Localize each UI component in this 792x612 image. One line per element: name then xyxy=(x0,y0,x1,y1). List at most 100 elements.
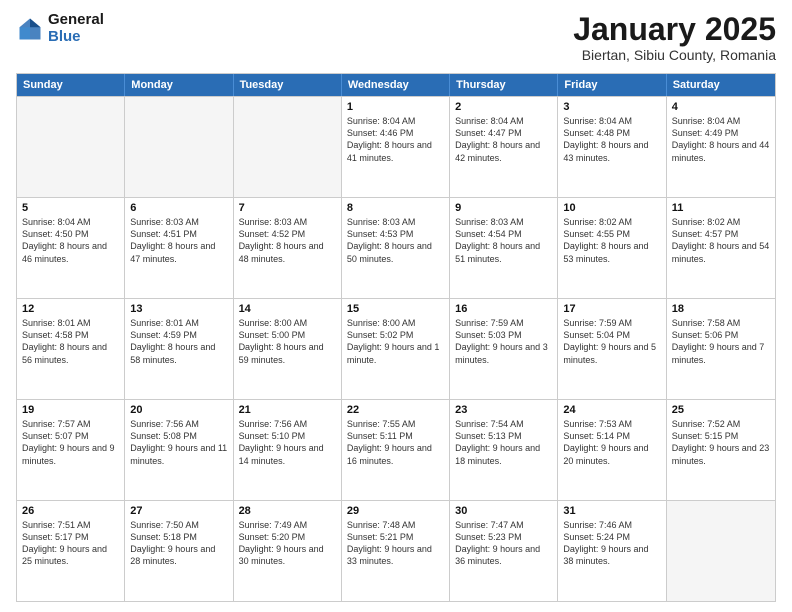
calendar-cell-6: 6 Sunrise: 8:03 AM Sunset: 4:51 PM Daylig… xyxy=(125,198,233,298)
cell-info: Sunrise: 7:54 AM Sunset: 5:13 PM Dayligh… xyxy=(455,418,552,467)
weekday-header-saturday: Saturday xyxy=(667,74,775,96)
cell-info: Sunrise: 7:50 AM Sunset: 5:18 PM Dayligh… xyxy=(130,519,227,568)
day-number: 16 xyxy=(455,303,552,315)
calendar-cell-5: 5Sunrise: 8:04 AM Sunset: 4:50 PM Daylig… xyxy=(17,198,125,298)
calendar-cell-7: 7 Sunrise: 8:03 AM Sunset: 4:52 PM Daylig… xyxy=(234,198,342,298)
day-number: 18 xyxy=(672,303,770,315)
logo-text: General Blue xyxy=(48,12,104,45)
day-number: 26 xyxy=(22,505,119,517)
calendar-row-3: 19Sunrise: 7:57 AM Sunset: 5:07 PM Dayli… xyxy=(17,399,775,500)
day-number: 7 xyxy=(239,202,336,214)
cell-info: Sunrise: 7:59 AM Sunset: 5:04 PM Dayligh… xyxy=(563,317,660,366)
day-number: 31 xyxy=(563,505,660,517)
day-number: 23 xyxy=(455,404,552,416)
cell-info: Sunrise: 8:00 AM Sunset: 5:00 PM Dayligh… xyxy=(239,317,336,366)
day-number: 24 xyxy=(563,404,660,416)
day-number: 8 xyxy=(347,202,444,214)
logo-blue-text: Blue xyxy=(48,29,104,46)
day-number: 29 xyxy=(347,505,444,517)
cell-info: Sunrise: 7:53 AM Sunset: 5:14 PM Dayligh… xyxy=(563,418,660,467)
calendar-cell-empty-4-6 xyxy=(667,501,775,601)
cell-info: Sunrise: 8:02 AM Sunset: 4:57 PM Dayligh… xyxy=(672,216,770,265)
cell-info: Sunrise: 8:04 AM Sunset: 4:46 PM Dayligh… xyxy=(347,115,444,164)
calendar-cell-21: 21Sunrise: 7:56 AM Sunset: 5:10 PM Dayli… xyxy=(234,400,342,500)
calendar-cell-empty-0-2 xyxy=(234,97,342,197)
calendar-cell-24: 24 Sunrise: 7:53 AM Sunset: 5:14 PM Dayli… xyxy=(558,400,666,500)
day-number: 13 xyxy=(130,303,227,315)
calendar-cell-12: 12 Sunrise: 8:01 AM Sunset: 4:58 PM Dayli… xyxy=(17,299,125,399)
cell-info: Sunrise: 7:57 AM Sunset: 5:07 PM Dayligh… xyxy=(22,418,119,467)
calendar-cell-empty-0-0 xyxy=(17,97,125,197)
day-number: 6 xyxy=(130,202,227,214)
cell-info: Sunrise: 7:49 AM Sunset: 5:20 PM Dayligh… xyxy=(239,519,336,568)
calendar-cell-20: 20 Sunrise: 7:56 AM Sunset: 5:08 PM Dayli… xyxy=(125,400,233,500)
cell-info: Sunrise: 8:01 AM Sunset: 4:58 PM Dayligh… xyxy=(22,317,119,366)
calendar-cell-2: 2 Sunrise: 8:04 AM Sunset: 4:47 PM Daylig… xyxy=(450,97,558,197)
weekday-header-thursday: Thursday xyxy=(450,74,558,96)
calendar-cell-14: 14Sunrise: 8:00 AM Sunset: 5:00 PM Dayli… xyxy=(234,299,342,399)
calendar-cell-25: 25Sunrise: 7:52 AM Sunset: 5:15 PM Dayli… xyxy=(667,400,775,500)
calendar-cell-13: 13 Sunrise: 8:01 AM Sunset: 4:59 PM Dayli… xyxy=(125,299,233,399)
cell-info: Sunrise: 8:02 AM Sunset: 4:55 PM Dayligh… xyxy=(563,216,660,265)
day-number: 30 xyxy=(455,505,552,517)
calendar-cell-29: 29Sunrise: 7:48 AM Sunset: 5:21 PM Dayli… xyxy=(342,501,450,601)
cell-info: Sunrise: 7:52 AM Sunset: 5:15 PM Dayligh… xyxy=(672,418,770,467)
cell-info: Sunrise: 7:56 AM Sunset: 5:10 PM Dayligh… xyxy=(239,418,336,467)
calendar-row-0: 1 Sunrise: 8:04 AM Sunset: 4:46 PM Daylig… xyxy=(17,96,775,197)
calendar-cell-10: 10 Sunrise: 8:02 AM Sunset: 4:55 PM Dayli… xyxy=(558,198,666,298)
calendar-cell-15: 15 Sunrise: 8:00 AM Sunset: 5:02 PM Dayli… xyxy=(342,299,450,399)
calendar-cell-16: 16 Sunrise: 7:59 AM Sunset: 5:03 PM Dayli… xyxy=(450,299,558,399)
day-number: 5 xyxy=(22,202,119,214)
day-number: 20 xyxy=(130,404,227,416)
day-number: 10 xyxy=(563,202,660,214)
day-number: 22 xyxy=(347,404,444,416)
calendar-cell-8: 8 Sunrise: 8:03 AM Sunset: 4:53 PM Daylig… xyxy=(342,198,450,298)
day-number: 27 xyxy=(130,505,227,517)
cell-info: Sunrise: 8:03 AM Sunset: 4:52 PM Dayligh… xyxy=(239,216,336,265)
calendar-row-1: 5Sunrise: 8:04 AM Sunset: 4:50 PM Daylig… xyxy=(17,197,775,298)
cell-info: Sunrise: 8:04 AM Sunset: 4:48 PM Dayligh… xyxy=(563,115,660,164)
weekday-header-monday: Monday xyxy=(125,74,233,96)
logo-icon xyxy=(16,15,44,43)
day-number: 11 xyxy=(672,202,770,214)
cell-info: Sunrise: 8:04 AM Sunset: 4:49 PM Dayligh… xyxy=(672,115,770,164)
calendar-cell-18: 18 Sunrise: 7:58 AM Sunset: 5:06 PM Dayli… xyxy=(667,299,775,399)
calendar-cell-9: 9 Sunrise: 8:03 AM Sunset: 4:54 PM Daylig… xyxy=(450,198,558,298)
calendar-header: SundayMondayTuesdayWednesdayThursdayFrid… xyxy=(17,74,775,96)
cell-info: Sunrise: 8:00 AM Sunset: 5:02 PM Dayligh… xyxy=(347,317,444,366)
day-number: 9 xyxy=(455,202,552,214)
cell-info: Sunrise: 7:56 AM Sunset: 5:08 PM Dayligh… xyxy=(130,418,227,467)
calendar-cell-27: 27 Sunrise: 7:50 AM Sunset: 5:18 PM Dayli… xyxy=(125,501,233,601)
day-number: 1 xyxy=(347,101,444,113)
calendar-cell-26: 26Sunrise: 7:51 AM Sunset: 5:17 PM Dayli… xyxy=(17,501,125,601)
calendar-cell-23: 23 Sunrise: 7:54 AM Sunset: 5:13 PM Dayli… xyxy=(450,400,558,500)
calendar-row-4: 26Sunrise: 7:51 AM Sunset: 5:17 PM Dayli… xyxy=(17,500,775,601)
cell-info: Sunrise: 8:04 AM Sunset: 4:47 PM Dayligh… xyxy=(455,115,552,164)
cell-info: Sunrise: 8:03 AM Sunset: 4:54 PM Dayligh… xyxy=(455,216,552,265)
calendar-cell-empty-0-1 xyxy=(125,97,233,197)
day-number: 15 xyxy=(347,303,444,315)
calendar-cell-3: 3Sunrise: 8:04 AM Sunset: 4:48 PM Daylig… xyxy=(558,97,666,197)
cell-info: Sunrise: 8:03 AM Sunset: 4:53 PM Dayligh… xyxy=(347,216,444,265)
calendar-cell-11: 11 Sunrise: 8:02 AM Sunset: 4:57 PM Dayli… xyxy=(667,198,775,298)
day-number: 2 xyxy=(455,101,552,113)
calendar-row-2: 12 Sunrise: 8:01 AM Sunset: 4:58 PM Dayli… xyxy=(17,298,775,399)
calendar-cell-31: 31Sunrise: 7:46 AM Sunset: 5:24 PM Dayli… xyxy=(558,501,666,601)
month-title: January 2025 xyxy=(573,12,776,47)
day-number: 4 xyxy=(672,101,770,113)
cell-info: Sunrise: 7:47 AM Sunset: 5:23 PM Dayligh… xyxy=(455,519,552,568)
calendar-cell-30: 30 Sunrise: 7:47 AM Sunset: 5:23 PM Dayli… xyxy=(450,501,558,601)
day-number: 12 xyxy=(22,303,119,315)
day-number: 17 xyxy=(563,303,660,315)
cell-info: Sunrise: 8:01 AM Sunset: 4:59 PM Dayligh… xyxy=(130,317,227,366)
weekday-header-sunday: Sunday xyxy=(17,74,125,96)
weekday-header-tuesday: Tuesday xyxy=(234,74,342,96)
page: General Blue January 2025 Biertan, Sibiu… xyxy=(0,0,792,612)
cell-info: Sunrise: 7:58 AM Sunset: 5:06 PM Dayligh… xyxy=(672,317,770,366)
calendar-cell-17: 17 Sunrise: 7:59 AM Sunset: 5:04 PM Dayli… xyxy=(558,299,666,399)
calendar-cell-28: 28Sunrise: 7:49 AM Sunset: 5:20 PM Dayli… xyxy=(234,501,342,601)
cell-info: Sunrise: 7:55 AM Sunset: 5:11 PM Dayligh… xyxy=(347,418,444,467)
cell-info: Sunrise: 7:59 AM Sunset: 5:03 PM Dayligh… xyxy=(455,317,552,366)
cell-info: Sunrise: 8:03 AM Sunset: 4:51 PM Dayligh… xyxy=(130,216,227,265)
title-block: January 2025 Biertan, Sibiu County, Roma… xyxy=(573,12,776,63)
